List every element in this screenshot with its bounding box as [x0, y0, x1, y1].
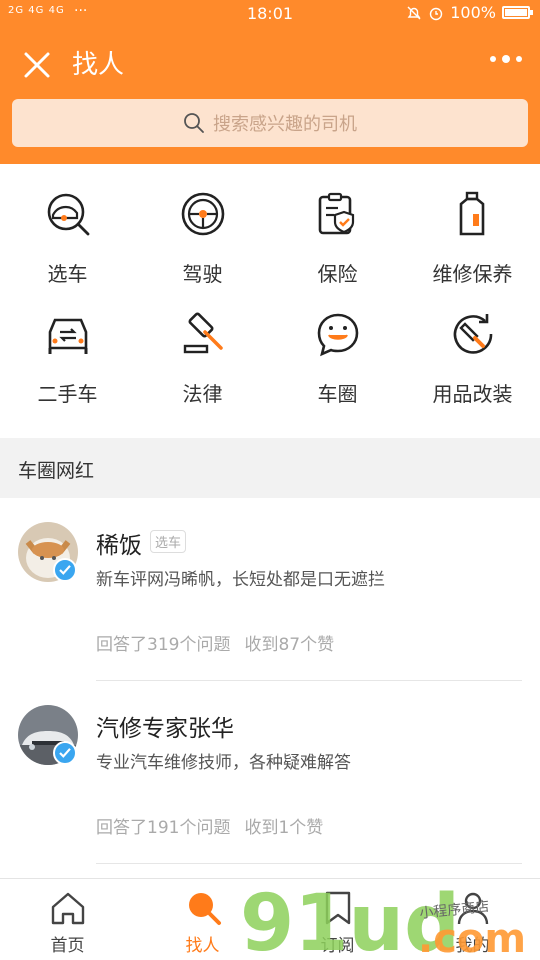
category-label: 驾驶: [182, 262, 223, 286]
tab-label: 我的: [455, 936, 490, 956]
category-insurance[interactable]: 保险: [270, 164, 405, 286]
list-item[interactable]: 汽修专家张华 专业汽车维修技师，各种疑难解答 回答了191个问题 收到1个赞: [0, 681, 540, 864]
tab-label: 订阅: [320, 936, 355, 956]
verified-badge-icon: [53, 558, 77, 582]
chat-bubble-icon: [317, 313, 359, 357]
section-title: 车圈网红: [18, 460, 95, 482]
status-right: 100%: [406, 3, 533, 22]
like-count: 收到87个赞: [244, 635, 335, 655]
driver-description: 专业汽车维修技师，各种疑难解答: [96, 753, 351, 773]
insurance-shield-icon: [318, 192, 355, 235]
tab-label: 首页: [50, 936, 85, 956]
search-input[interactable]: 搜索感兴趣的司机: [12, 99, 528, 147]
oil-can-icon: [459, 191, 485, 236]
more-dot: [502, 55, 510, 63]
search-person-icon: [189, 893, 221, 925]
driver-tag: 选车: [150, 530, 187, 553]
like-count: 收到1个赞: [244, 818, 324, 838]
tab-bar: 首页 找人 订阅 我的: [0, 878, 540, 960]
category-car-circle[interactable]: 车圈: [270, 284, 405, 406]
battery-percent: 100%: [450, 3, 496, 22]
header: 找人 搜索感兴趣的司机: [0, 28, 540, 164]
category-law[interactable]: 法律: [135, 284, 270, 406]
mute-bell-icon: [407, 6, 421, 19]
profile-icon: [457, 892, 489, 925]
category-label: 车圈: [317, 382, 358, 406]
divider: [96, 863, 522, 864]
category-driving[interactable]: 驾驶: [135, 164, 270, 286]
home-icon: [51, 892, 85, 925]
category-label: 用品改装: [432, 382, 513, 406]
driver-stats: 回答了191个问题 收到1个赞: [96, 813, 323, 838]
gavel-icon: [183, 312, 223, 354]
category-select-car[interactable]: 选车: [0, 164, 135, 286]
driver-stats: 回答了319个问题 收到87个赞: [96, 630, 334, 655]
alarm-icon: [430, 7, 443, 20]
driver-name: 汽修专家张华: [96, 716, 234, 742]
car-search-icon: [47, 193, 90, 236]
page-title: 找人: [72, 50, 125, 80]
category-label: 法律: [182, 382, 223, 406]
category-label: 二手车: [37, 382, 98, 406]
steering-wheel-icon: [181, 192, 225, 236]
more-dot: [516, 56, 522, 62]
category-used-car[interactable]: 二手车: [0, 284, 135, 406]
category-label: 选车: [47, 262, 88, 286]
battery-icon: [502, 6, 533, 19]
category-accessories[interactable]: 用品改装: [405, 284, 540, 406]
category-label: 保险: [317, 262, 358, 286]
search-placeholder: 搜索感兴趣的司机: [213, 114, 357, 135]
search-icon: [184, 113, 204, 133]
close-icon[interactable]: [20, 48, 54, 82]
tab-mine[interactable]: 我的: [405, 879, 540, 960]
driver-description: 新车评网冯晞帆，长短处都是口无遮拦: [96, 570, 385, 590]
tab-label: 找人: [185, 936, 220, 956]
used-car-icon: [48, 318, 88, 354]
bookmark-icon: [325, 891, 351, 925]
answer-count: 回答了191个问题: [96, 818, 231, 838]
category-label: 维修保养: [432, 262, 513, 286]
tab-home[interactable]: 首页: [0, 879, 135, 960]
category-grid: 选车 驾驶 保险 维修保养 二手车 法律 车圈 用品改装: [0, 164, 540, 438]
verified-badge-icon: [53, 741, 77, 765]
status-bar: 2G 4G 4G ··· 18:01 100%: [0, 0, 540, 28]
answer-count: 回答了319个问题: [96, 635, 231, 655]
more-button[interactable]: [490, 55, 522, 63]
wrench-cycle-icon: [453, 314, 493, 354]
section-header: 车圈网红: [0, 438, 540, 498]
category-maintenance[interactable]: 维修保养: [405, 164, 540, 286]
tab-find-people[interactable]: 找人: [135, 879, 270, 960]
more-dot: [490, 56, 496, 62]
tab-subscribe[interactable]: 订阅: [270, 879, 405, 960]
driver-name: 稀饭: [96, 533, 142, 559]
list-item[interactable]: 稀饭 选车 新车评网冯晞帆，长短处都是口无遮拦 回答了319个问题 收到87个赞: [0, 498, 540, 681]
